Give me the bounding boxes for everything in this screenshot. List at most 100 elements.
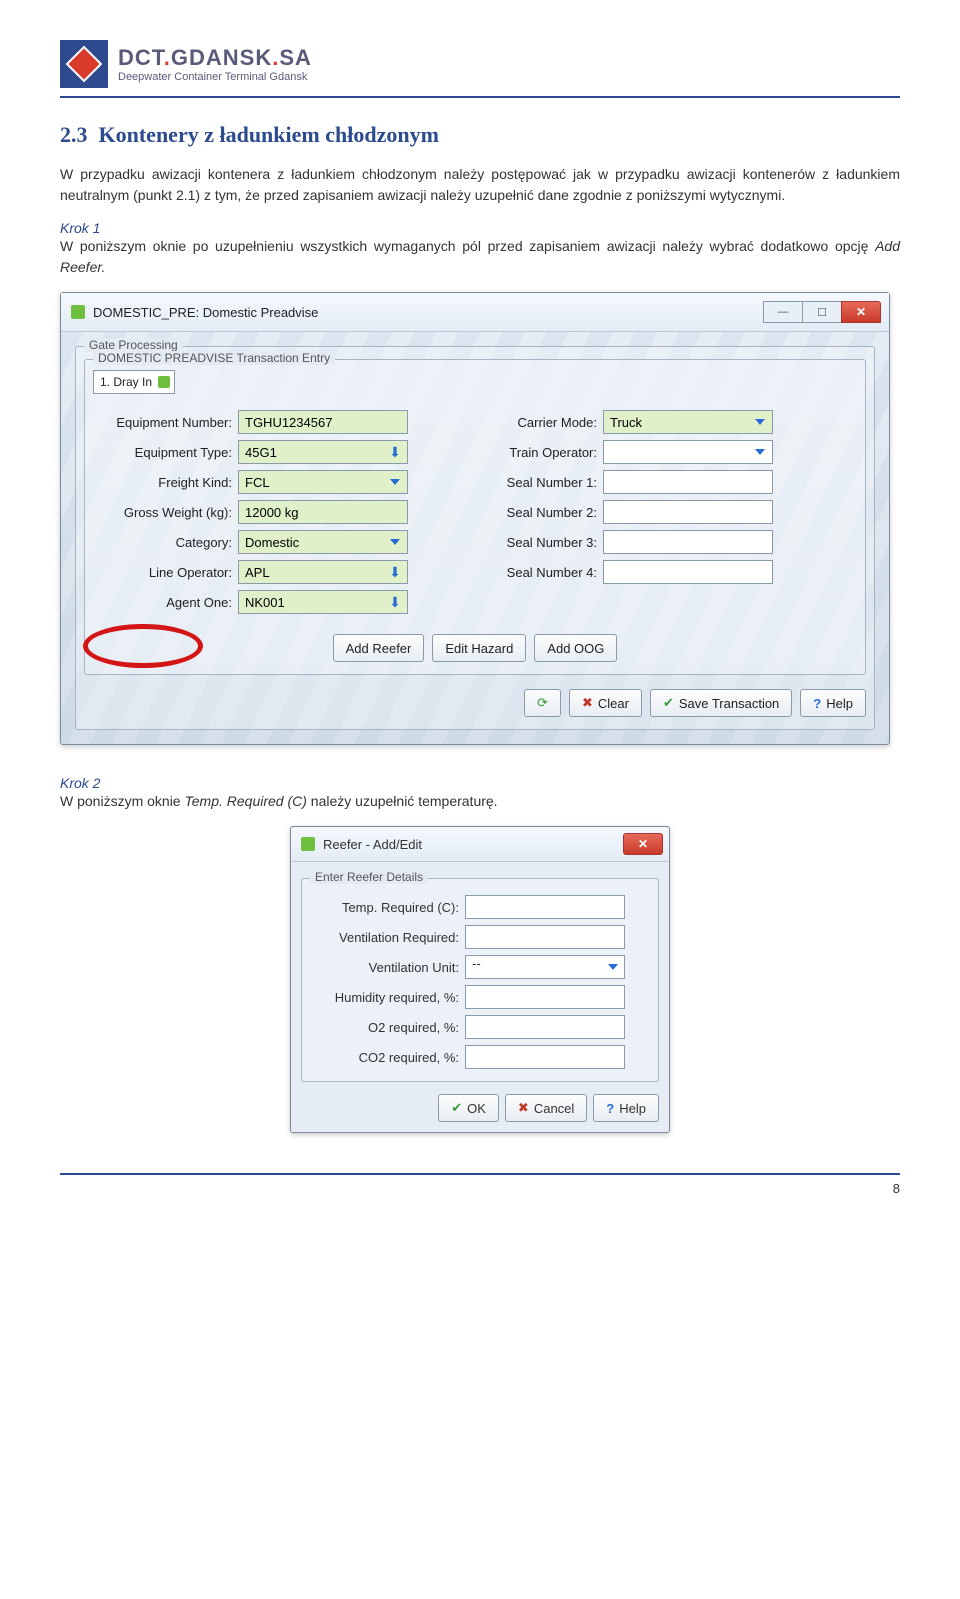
label-seal-3: Seal Number 3: (468, 535, 603, 550)
brand-tagline: Deepwater Container Terminal Gdansk (118, 71, 312, 83)
add-oog-button[interactable]: Add OOG (534, 634, 617, 662)
label-carrier-mode: Carrier Mode: (468, 415, 603, 430)
window-titlebar: DOMESTIC_PRE: Domestic Preadvise (61, 293, 889, 332)
save-icon: ✔ (663, 695, 674, 711)
reefer-titlebar: Reefer - Add/Edit ✕ (291, 827, 669, 862)
label-temp-required: Temp. Required (C): (310, 900, 465, 915)
save-transaction-button[interactable]: ✔Save Transaction (650, 689, 792, 717)
brand-part1: DCT (118, 45, 164, 70)
input-carrier-mode[interactable] (603, 410, 773, 434)
dray-in-dropdown[interactable]: 1. Dray In (93, 370, 175, 394)
clear-icon: ✖ (582, 695, 593, 711)
window-app-icon (71, 305, 85, 319)
select-ventilation-unit[interactable]: -- (465, 955, 625, 979)
page-number: 8 (60, 1181, 900, 1196)
input-freight-kind[interactable] (238, 470, 408, 494)
label-category: Category: (93, 535, 238, 550)
refresh-icon: ⟳ (537, 695, 548, 711)
reefer-help-button[interactable]: ?Help (593, 1094, 659, 1122)
krok-1-label: Krok 1 (60, 220, 900, 236)
label-humidity-required: Humidity required, %: (310, 990, 465, 1005)
window-close-button[interactable] (841, 301, 881, 323)
section-heading: 2.3 Kontenery z ładunkiem chłodzonym (60, 122, 900, 148)
equipment-type-lookup-icon[interactable]: ⬇ (386, 443, 404, 461)
carrier-mode-dropdown-icon[interactable] (751, 413, 769, 431)
window-reefer-add-edit: Reefer - Add/Edit ✕ Enter Reefer Details… (290, 826, 670, 1133)
input-temp-required[interactable] (465, 895, 625, 919)
input-seal-2[interactable] (603, 500, 773, 524)
input-ventilation-required[interactable] (465, 925, 625, 949)
section-paragraph-1: W przypadku awizacji kontenera z ładunki… (60, 164, 900, 206)
refresh-button[interactable]: ⟳ (524, 689, 561, 717)
brand-header: DCT.GDANSK.SA Deepwater Container Termin… (60, 40, 900, 88)
window-minimize-button[interactable] (763, 301, 803, 323)
input-o2-required[interactable] (465, 1015, 625, 1039)
help-icon: ? (813, 696, 821, 711)
input-seal-3[interactable] (603, 530, 773, 554)
dray-in-value: 1. Dray In (100, 375, 152, 389)
label-o2-required: O2 required, %: (310, 1020, 465, 1035)
label-freight-kind: Freight Kind: (93, 475, 238, 490)
section-number: 2.3 (60, 122, 88, 147)
add-reefer-button[interactable]: Add Reefer (333, 634, 425, 662)
input-category[interactable] (238, 530, 408, 554)
krok-2-text-c: należy uzupełnić temperaturę. (307, 793, 498, 809)
input-agent-one[interactable] (238, 590, 408, 614)
brand-part2: GDANSK (171, 45, 272, 70)
label-equipment-number: Equipment Number: (93, 415, 238, 430)
krok-1-text: W poniższym oknie po uzupełnieniu wszyst… (60, 236, 900, 278)
category-dropdown-icon[interactable] (386, 533, 404, 551)
annotation-circle (83, 624, 203, 668)
help-button[interactable]: ?Help (800, 689, 866, 717)
freight-kind-dropdown-icon[interactable] (386, 473, 404, 491)
window-title: DOMESTIC_PRE: Domestic Preadvise (93, 305, 318, 320)
reefer-app-icon (301, 837, 315, 851)
krok-2-text: W poniższym oknie Temp. Required (C) nal… (60, 791, 900, 812)
input-gross-weight[interactable] (238, 500, 408, 524)
brand-logo (60, 40, 108, 88)
window-maximize-button[interactable] (802, 301, 842, 323)
agent-one-lookup-icon[interactable]: ⬇ (386, 593, 404, 611)
input-humidity-required[interactable] (465, 985, 625, 1009)
label-ventilation-required: Ventilation Required: (310, 930, 465, 945)
input-line-operator[interactable] (238, 560, 408, 584)
group-reefer-legend: Enter Reefer Details (310, 870, 428, 884)
rule-bottom (60, 1173, 900, 1175)
dropdown-icon (158, 376, 170, 388)
window-domestic-preadvise: DOMESTIC_PRE: Domestic Preadvise Gate Pr… (60, 292, 890, 745)
input-train-operator[interactable] (603, 440, 773, 464)
edit-hazard-button[interactable]: Edit Hazard (432, 634, 526, 662)
label-gross-weight: Gross Weight (kg): (93, 505, 238, 520)
group-transaction-entry: DOMESTIC PREADVISE Transaction Entry 1. … (84, 359, 866, 675)
line-operator-lookup-icon[interactable]: ⬇ (386, 563, 404, 581)
label-agent-one: Agent One: (93, 595, 238, 610)
input-equipment-type[interactable] (238, 440, 408, 464)
ok-icon: ✔ (451, 1100, 462, 1116)
reefer-close-button[interactable]: ✕ (623, 833, 663, 855)
dropdown-icon (608, 964, 618, 970)
input-seal-4[interactable] (603, 560, 773, 584)
cancel-icon: ✖ (518, 1100, 529, 1116)
krok-2-label: Krok 2 (60, 775, 900, 791)
input-co2-required[interactable] (465, 1045, 625, 1069)
group-gate-legend: Gate Processing (84, 338, 183, 352)
input-equipment-number[interactable] (238, 410, 408, 434)
ok-button[interactable]: ✔OK (438, 1094, 499, 1122)
krok-2-text-a: W poniższym oknie (60, 793, 184, 809)
label-seal-2: Seal Number 2: (468, 505, 603, 520)
label-train-operator: Train Operator: (468, 445, 603, 460)
label-co2-required: CO2 required, %: (310, 1050, 465, 1065)
group-transaction-legend: DOMESTIC PREADVISE Transaction Entry (93, 351, 335, 365)
group-gate-processing: Gate Processing DOMESTIC PREADVISE Trans… (75, 346, 875, 730)
reefer-window-title: Reefer - Add/Edit (323, 837, 422, 852)
label-line-operator: Line Operator: (93, 565, 238, 580)
krok-2-text-b: Temp. Required (C) (184, 793, 306, 809)
cancel-button[interactable]: ✖Cancel (505, 1094, 587, 1122)
help-icon: ? (606, 1101, 614, 1116)
train-operator-dropdown-icon[interactable] (751, 443, 769, 461)
clear-button[interactable]: ✖Clear (569, 689, 642, 717)
krok-1-text-a: W poniższym oknie po uzupełnieniu wszyst… (60, 238, 875, 254)
rule-top (60, 96, 900, 98)
group-reefer-details: Enter Reefer Details Temp. Required (C):… (301, 878, 659, 1082)
input-seal-1[interactable] (603, 470, 773, 494)
